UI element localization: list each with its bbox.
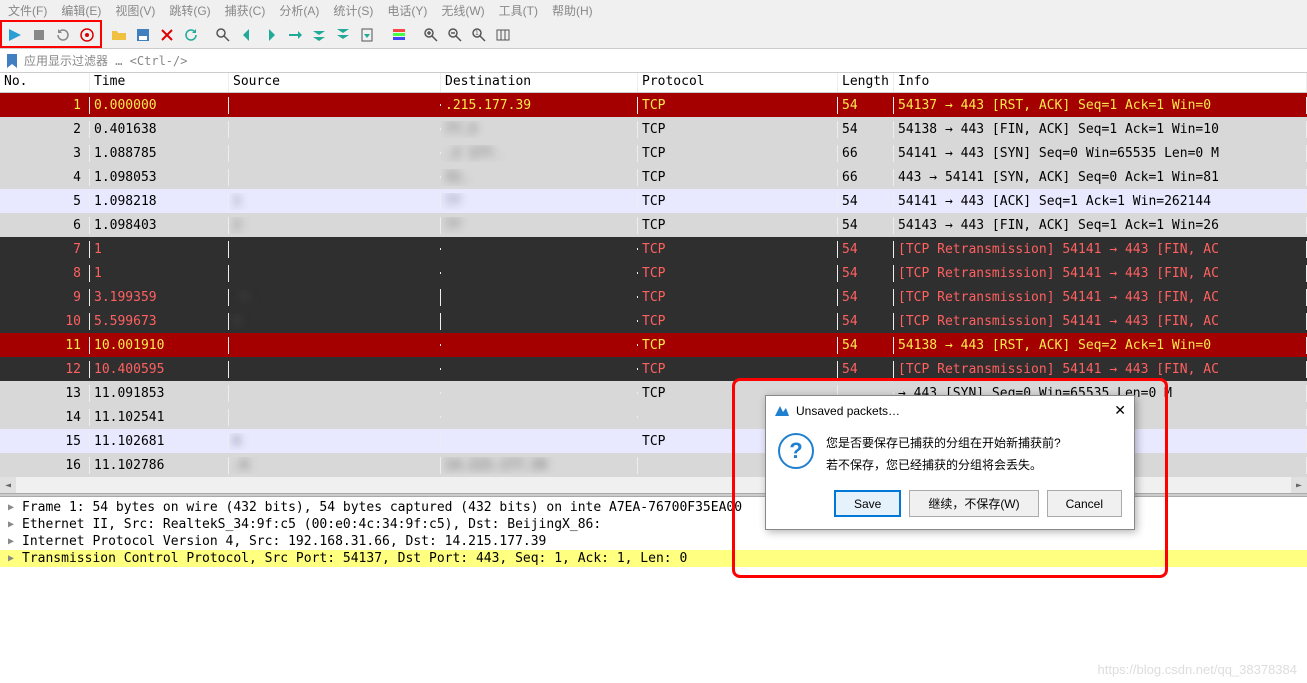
go-first-icon[interactable] xyxy=(308,24,330,46)
menu-tel[interactable]: 电话(Y) xyxy=(387,2,427,19)
zoom-reset-icon[interactable]: 1 xyxy=(468,24,490,46)
wireshark-icon xyxy=(774,403,790,419)
menu-wireless[interactable]: 无线(W) xyxy=(441,2,484,19)
watermark-text: https://blog.csdn.net/qq_38378384 xyxy=(1098,662,1298,677)
zoom-in-icon[interactable] xyxy=(420,24,442,46)
svg-text:1: 1 xyxy=(475,30,479,37)
dialog-message: 您是否要保存已捕获的分组在开始新捕获前? 若不保存，您已经捕获的分组将会丢失。 xyxy=(826,433,1061,476)
packet-row[interactable]: 105.599673 8TCP54[TCP Retransmission] 54… xyxy=(0,309,1307,333)
find-icon[interactable] xyxy=(212,24,234,46)
expand-icon[interactable]: ▶ xyxy=(8,553,22,564)
menu-edit[interactable]: 编辑(E) xyxy=(61,2,101,19)
colorize-icon[interactable] xyxy=(388,24,410,46)
expand-icon[interactable]: ▶ xyxy=(8,536,22,547)
dialog-titlebar: Unsaved packets… ✕ xyxy=(766,396,1134,425)
bookmark-icon xyxy=(4,53,20,69)
resize-columns-icon[interactable] xyxy=(492,24,514,46)
packet-list-headers: No. Time Source Destination Protocol Len… xyxy=(0,73,1307,93)
go-forward-icon[interactable] xyxy=(260,24,282,46)
continue-without-saving-button[interactable]: 继续，不保存(W) xyxy=(909,490,1038,517)
col-time[interactable]: Time xyxy=(90,73,229,92)
col-length[interactable]: Length xyxy=(838,73,894,92)
question-icon: ? xyxy=(778,433,814,469)
scroll-right-icon[interactable]: ► xyxy=(1291,477,1307,493)
menubar: 文件(F) 编辑(E) 视图(V) 跳转(G) 捕获(C) 分析(A) 统计(S… xyxy=(0,0,1307,21)
menu-file[interactable]: 文件(F) xyxy=(8,2,47,19)
menu-capture[interactable]: 捕获(C) xyxy=(225,2,266,19)
menu-analyze[interactable]: 分析(A) xyxy=(279,2,319,19)
close-file-icon[interactable] xyxy=(156,24,178,46)
go-to-icon[interactable] xyxy=(284,24,306,46)
save-button[interactable]: Save xyxy=(834,490,901,517)
packet-row[interactable]: 61.098403 2 77TCP5454143 → 443 [FIN, ACK… xyxy=(0,213,1307,237)
toolbar: 1 xyxy=(0,21,1307,49)
save-file-icon[interactable] xyxy=(132,24,154,46)
menu-tools[interactable]: 工具(T) xyxy=(499,2,538,19)
zoom-out-icon[interactable] xyxy=(444,24,466,46)
scroll-left-icon[interactable]: ◄ xyxy=(0,477,16,493)
open-file-icon[interactable] xyxy=(108,24,130,46)
packet-row[interactable]: 20.401638 77.3TCP5454138 → 443 [FIN, ACK… xyxy=(0,117,1307,141)
col-destination[interactable]: Destination xyxy=(441,73,638,92)
packet-row[interactable]: 51.0982181 77TCP5454141 → 443 [ACK] Seq=… xyxy=(0,189,1307,213)
filter-input[interactable]: 应用显示过滤器 … <Ctrl-/> xyxy=(24,52,187,69)
packet-row[interactable]: 41.098053 31.TCP66443 → 54141 [SYN, ACK]… xyxy=(0,165,1307,189)
menu-view[interactable]: 视图(V) xyxy=(115,2,155,19)
menu-go[interactable]: 跳转(G) xyxy=(169,2,210,19)
annotation-box-dialog: Unsaved packets… ✕ ? 您是否要保存已捕获的分组在开始新捕获前… xyxy=(732,378,1168,578)
packet-row[interactable]: 31.088785.2 177.TCP6654141 → 443 [SYN] S… xyxy=(0,141,1307,165)
menu-stats[interactable]: 统计(S) xyxy=(333,2,373,19)
unsaved-dialog: Unsaved packets… ✕ ? 您是否要保存已捕获的分组在开始新捕获前… xyxy=(765,395,1135,530)
packet-row[interactable]: 81TCP54[TCP Retransmission] 54141 → 443 … xyxy=(0,261,1307,285)
cancel-button[interactable]: Cancel xyxy=(1047,490,1122,517)
menu-help[interactable]: 帮助(H) xyxy=(552,2,593,19)
expand-icon[interactable]: ▶ xyxy=(8,519,22,530)
packet-row[interactable]: 1110.001910TCP5454138 → 443 [RST, ACK] S… xyxy=(0,333,1307,357)
expand-icon[interactable]: ▶ xyxy=(8,502,22,513)
col-no[interactable]: No. xyxy=(0,73,90,92)
col-info[interactable]: Info xyxy=(894,73,1307,92)
go-back-icon[interactable] xyxy=(236,24,258,46)
annotation-box-toolbar xyxy=(0,20,102,48)
filter-bar[interactable]: 应用显示过滤器 … <Ctrl-/> xyxy=(0,49,1307,73)
col-source[interactable]: Source xyxy=(229,73,441,92)
packet-row[interactable]: 93.199359 .8.TCP54[TCP Retransmission] 5… xyxy=(0,285,1307,309)
packet-row[interactable]: 71TCP54[TCP Retransmission] 54141 → 443 … xyxy=(0,237,1307,261)
go-last-icon[interactable] xyxy=(332,24,354,46)
col-protocol[interactable]: Protocol xyxy=(638,73,838,92)
packet-row[interactable]: 10.000000.215.177.39TCP5454137 → 443 [RS… xyxy=(0,93,1307,117)
reload-icon[interactable] xyxy=(180,24,202,46)
dialog-title: Unsaved packets… xyxy=(796,404,900,418)
close-icon[interactable]: ✕ xyxy=(1114,402,1126,419)
auto-scroll-icon[interactable] xyxy=(356,24,378,46)
